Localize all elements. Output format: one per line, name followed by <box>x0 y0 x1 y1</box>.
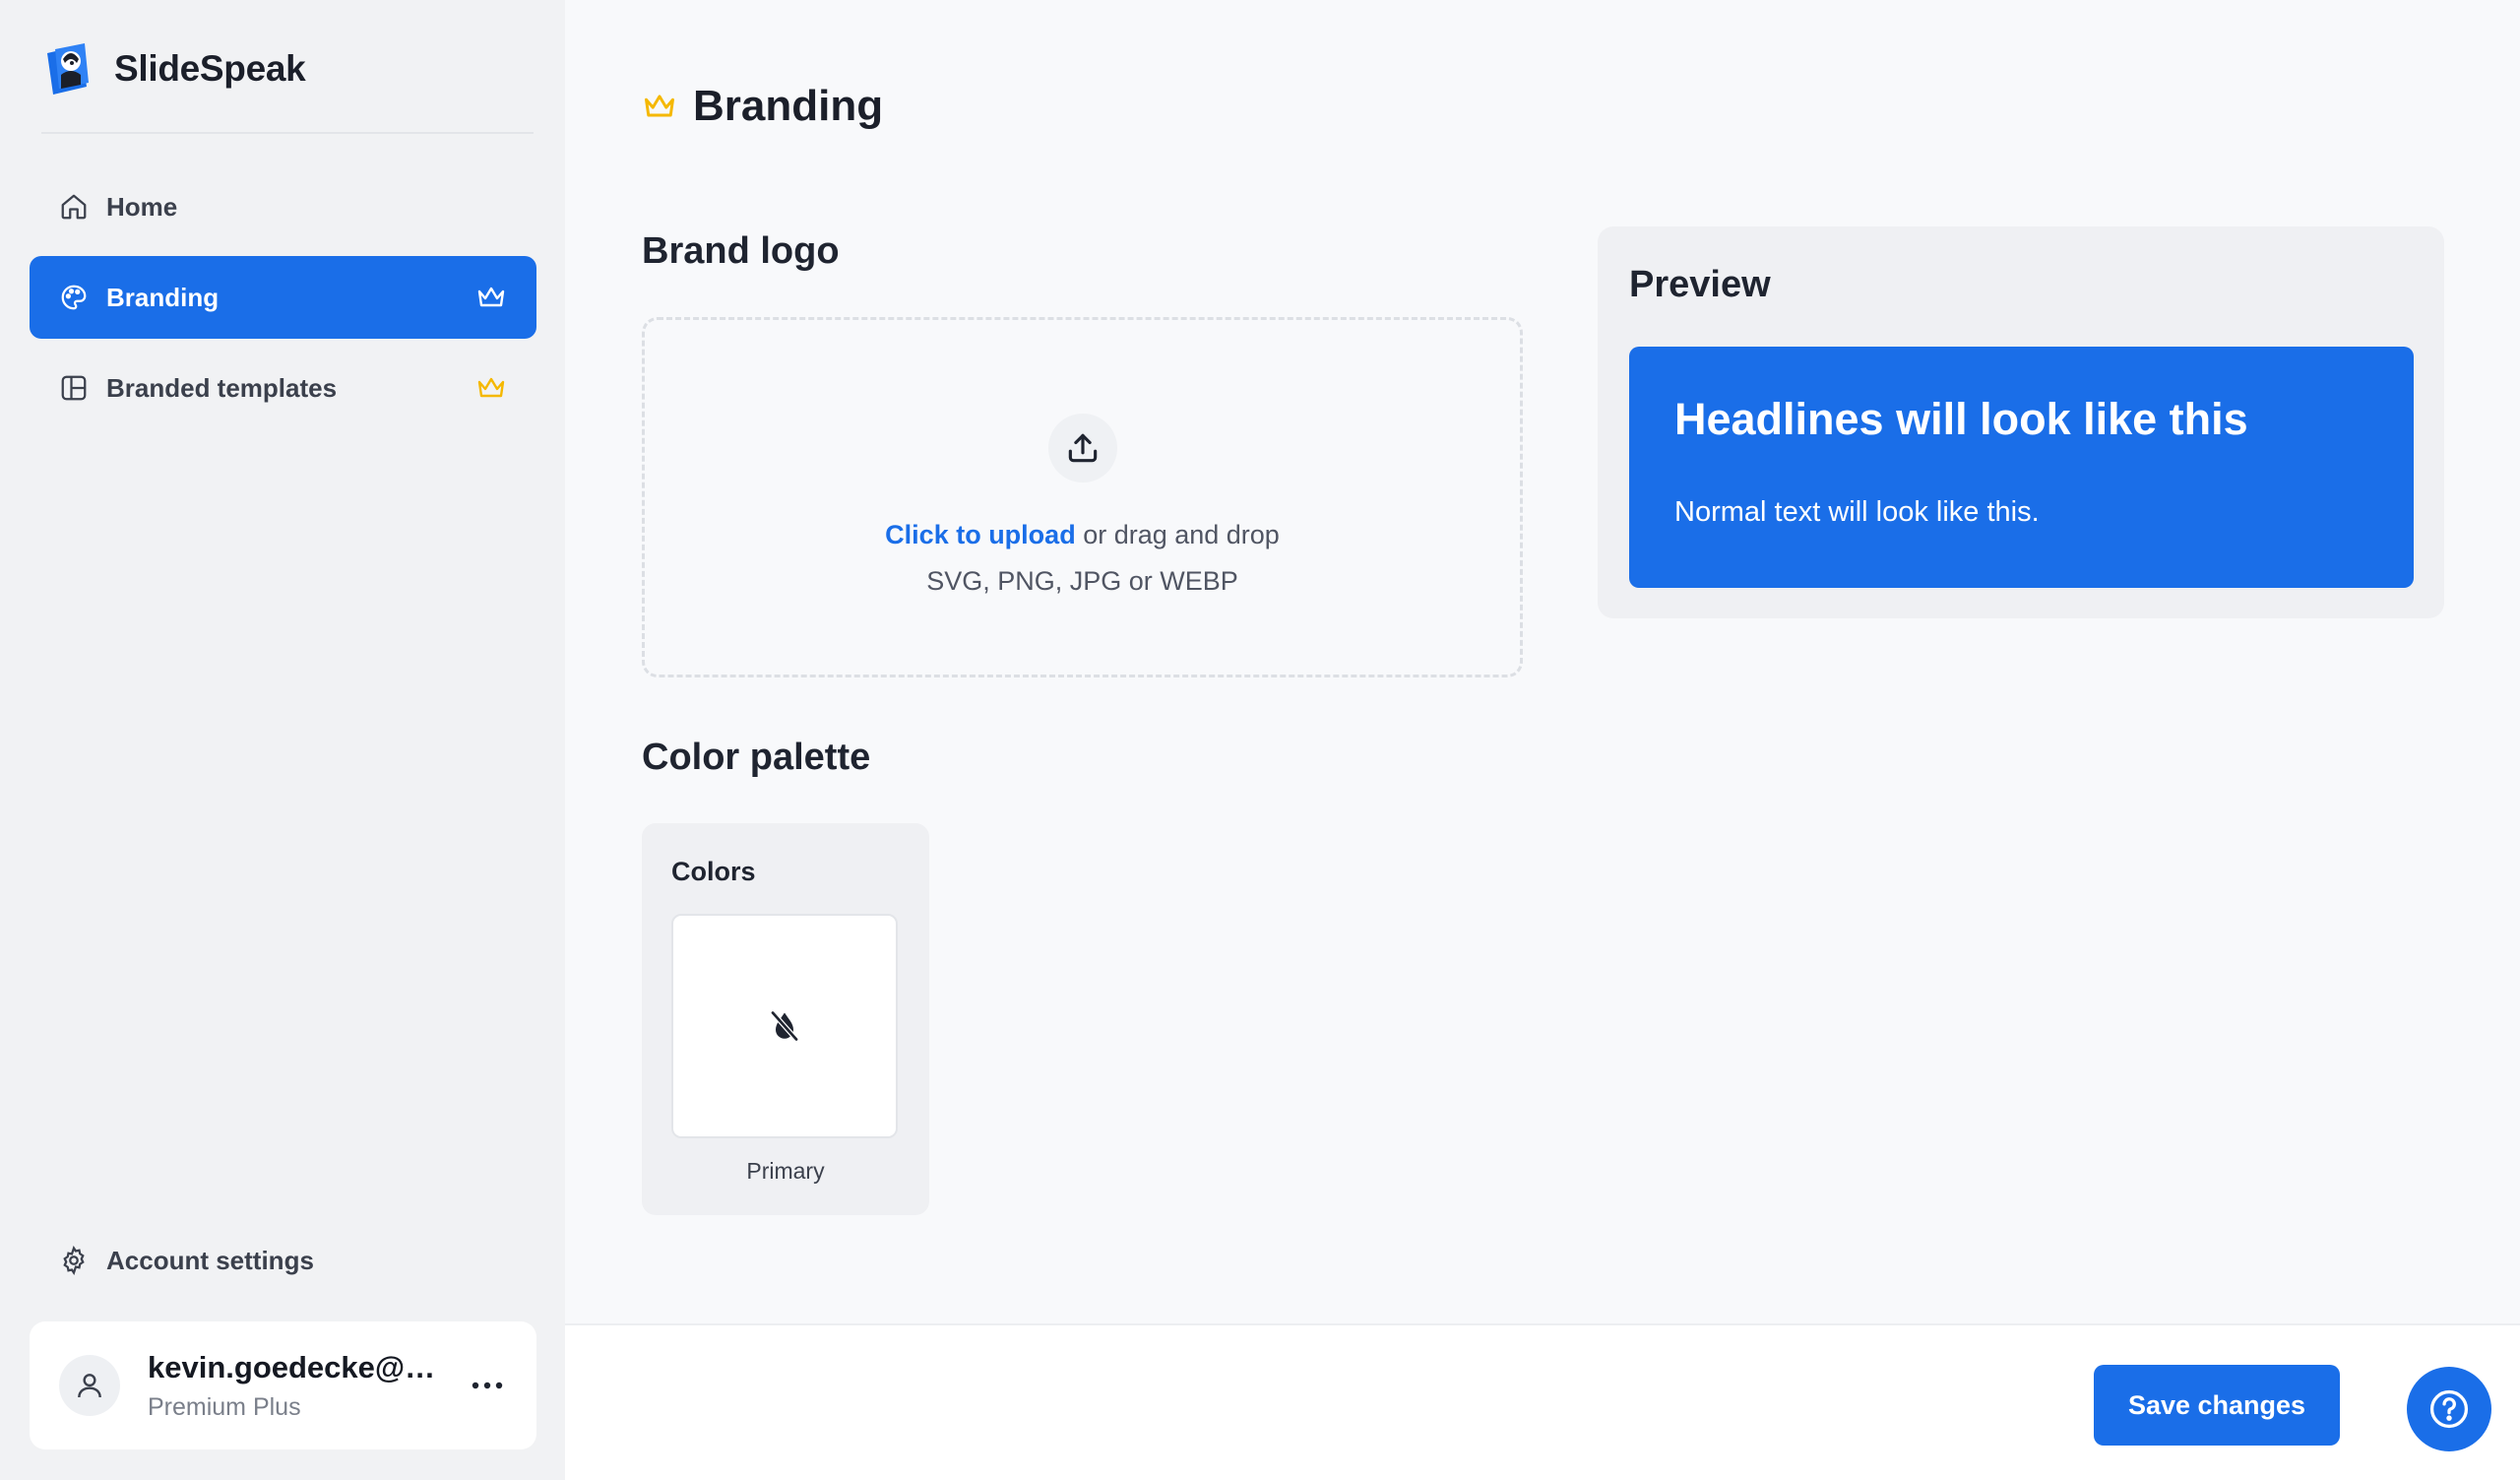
upload-instruction: Click to upload or drag and drop <box>645 520 1520 550</box>
more-horizontal-icon <box>472 1382 503 1389</box>
user-email: kevin.goedecke@g... <box>148 1349 440 1384</box>
upload-icon <box>1068 433 1098 463</box>
logo-upload-dropzone[interactable]: Click to upload or drag and drop SVG, PN… <box>642 317 1523 677</box>
page-title-text: Branding <box>693 82 884 130</box>
primary-label: Primary <box>746 1158 825 1184</box>
colors-label: Colors <box>671 857 756 886</box>
preview-headline: Headlines will look like this <box>1674 394 2248 444</box>
upload-instruction-rest: or drag and drop <box>1075 520 1280 549</box>
palette-icon <box>61 285 87 310</box>
save-changes-button[interactable]: Save changes <box>2094 1365 2340 1446</box>
more-options-button[interactable] <box>468 1366 507 1405</box>
primary-color-swatch[interactable] <box>671 914 898 1138</box>
upload-icon-wrap <box>1048 414 1117 483</box>
sidebar-divider <box>41 132 534 134</box>
upload-formats: SVG, PNG, JPG or WEBP <box>926 566 1238 596</box>
layout-icon <box>61 375 87 401</box>
crown-icon <box>645 95 674 117</box>
sidebar-item-branded-templates[interactable]: Branded templates <box>30 347 536 429</box>
account-settings-link[interactable]: Account settings <box>59 1241 314 1280</box>
app-root: SlideSpeak Home Branding Branded templat… <box>0 0 2520 1480</box>
help-icon <box>2429 1389 2469 1429</box>
sidebar-item-label: Branding <box>106 282 220 312</box>
user-info: kevin.goedecke@g... Premium Plus <box>148 1350 440 1422</box>
footer-bar: Save changes <box>565 1323 2520 1480</box>
home-icon <box>61 194 87 220</box>
preview-card: Headlines will look like this Normal tex… <box>1629 347 2414 588</box>
user-plan: Premium Plus <box>148 1392 301 1421</box>
sidebar-item-label: Home <box>106 191 178 222</box>
slidespeak-logo-icon <box>47 43 89 95</box>
sidebar: SlideSpeak Home Branding Branded templat… <box>0 0 565 1480</box>
preview-panel: Preview Headlines will look like this No… <box>1598 226 2444 618</box>
gear-icon <box>63 1246 85 1275</box>
no-color-icon <box>770 1009 799 1043</box>
brand-logo-title: Brand logo <box>642 230 840 272</box>
user-card[interactable]: kevin.goedecke@g... Premium Plus <box>30 1321 536 1449</box>
account-settings-label: Account settings <box>106 1245 314 1275</box>
user-icon <box>78 1374 101 1398</box>
app-logo[interactable]: SlideSpeak <box>41 39 306 98</box>
app-name: SlideSpeak <box>114 48 306 89</box>
crown-icon <box>477 287 505 307</box>
sidebar-item-label: Branded templates <box>106 372 338 403</box>
color-palette-card: Colors Primary <box>642 823 929 1215</box>
click-to-upload-link[interactable]: Click to upload <box>885 520 1076 549</box>
color-palette-title: Color palette <box>642 737 871 778</box>
crown-icon <box>477 377 505 398</box>
help-button[interactable] <box>2407 1367 2491 1451</box>
preview-body-text: Normal text will look like this. <box>1674 496 2040 528</box>
sidebar-item-branding[interactable]: Branding <box>30 256 536 339</box>
preview-title: Preview <box>1629 264 1771 305</box>
avatar <box>59 1355 120 1416</box>
page-title: Branding <box>642 77 883 136</box>
sidebar-item-home[interactable]: Home <box>30 165 536 248</box>
